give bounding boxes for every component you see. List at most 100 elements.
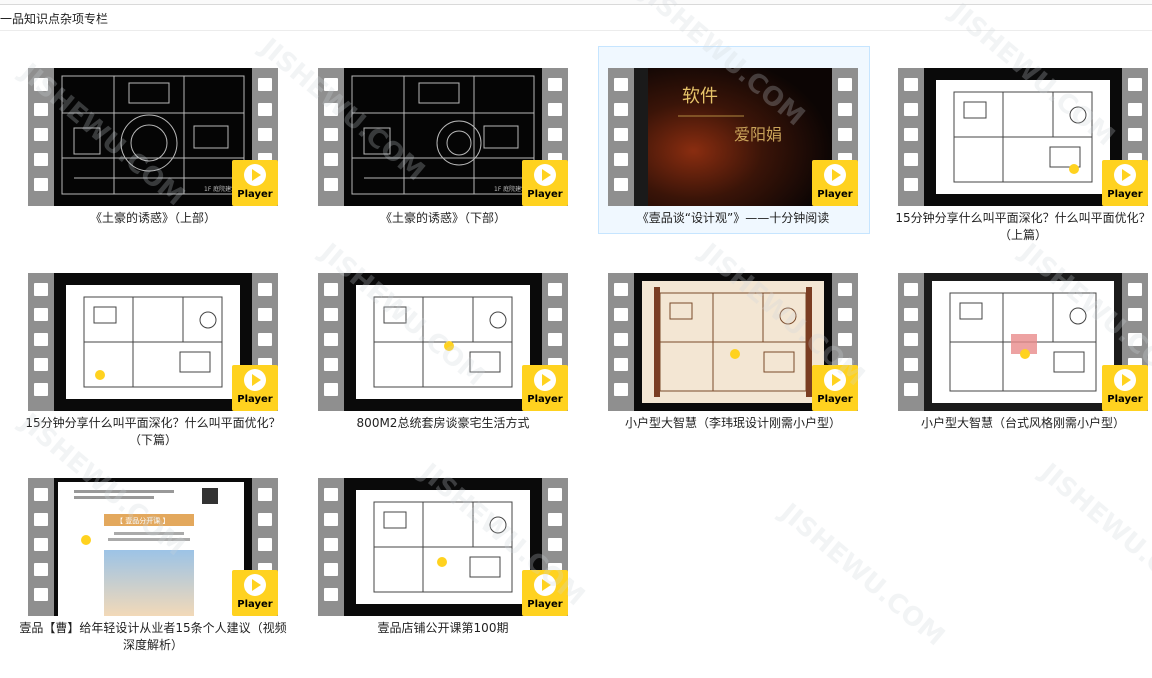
film-sprocket-hole	[258, 538, 272, 551]
player-badge: Player	[1102, 365, 1148, 411]
play-icon	[244, 164, 266, 186]
video-thumbnail[interactable]: Player	[318, 273, 568, 411]
video-file-item[interactable]: 1F 庭院建筑图 Player 《土豪的诱惑》（下部）	[318, 68, 588, 268]
video-thumbnail[interactable]: Player	[898, 273, 1148, 411]
video-frame-preview: 【 壹品分开课 】	[54, 478, 252, 616]
video-thumbnail[interactable]: 【 壹品分开课 】 Player	[28, 478, 278, 616]
player-badge-label: Player	[817, 394, 853, 405]
video-file-item[interactable]: 【 壹品分开课 】 Player 壹品【曹】给年轻设计从业者15条个人建议（视频深…	[19, 478, 298, 678]
film-strip-left	[28, 478, 54, 616]
film-sprocket-hole	[258, 488, 272, 501]
film-sprocket-hole	[904, 178, 918, 191]
video-file-item[interactable]: Player 壹品店铺公开课第100期	[318, 478, 588, 678]
video-file-item[interactable]: 1F 庭院建筑图 Player 《土豪的诱惑》（上部）	[28, 68, 298, 268]
video-frame-preview	[344, 478, 542, 616]
film-sprocket-hole	[34, 153, 48, 166]
film-sprocket-hole	[548, 488, 562, 501]
film-sprocket-hole	[904, 283, 918, 296]
film-strip-left	[608, 68, 634, 206]
film-sprocket-hole	[324, 513, 338, 526]
video-thumbnail[interactable]: Player	[28, 273, 278, 411]
film-sprocket-hole	[324, 358, 338, 371]
divider	[0, 30, 1152, 31]
file-name-label[interactable]: 《壹品谈“设计观”》——十分钟阅读	[594, 210, 872, 227]
film-sprocket-hole	[34, 358, 48, 371]
video-frame-preview	[924, 273, 1122, 411]
video-file-item[interactable]: Player 15分钟分享什么叫平面深化？什么叫平面优化？（下篇）	[25, 273, 298, 473]
film-sprocket-hole	[614, 103, 628, 116]
film-sprocket-hole	[258, 513, 272, 526]
player-badge-label: Player	[1107, 394, 1143, 405]
video-frame-preview	[54, 273, 252, 411]
film-sprocket-hole	[34, 383, 48, 396]
play-icon	[824, 164, 846, 186]
film-sprocket-hole	[904, 333, 918, 346]
video-thumbnail[interactable]: Player	[318, 478, 568, 616]
film-sprocket-hole	[904, 103, 918, 116]
film-sprocket-hole	[1128, 308, 1142, 321]
film-sprocket-hole	[614, 128, 628, 141]
file-name-label[interactable]: 800M2总统套房谈豪宅生活方式	[304, 415, 582, 432]
film-strip-left	[318, 478, 344, 616]
film-sprocket-hole	[548, 128, 562, 141]
file-name-label[interactable]: 《土豪的诱惑》（上部）	[14, 210, 292, 227]
video-thumbnail[interactable]: 1F 庭院建筑图 Player	[318, 68, 568, 206]
file-name-label[interactable]: 小户型大智慧（台式风格刚需小户型）	[884, 415, 1152, 432]
film-sprocket-hole	[614, 383, 628, 396]
video-thumbnail[interactable]: 1F 庭院建筑图 Player	[28, 68, 278, 206]
file-name-label[interactable]: 小户型大智慧（李玮珉设计刚需小户型）	[594, 415, 872, 432]
film-sprocket-hole	[258, 333, 272, 346]
film-sprocket-hole	[838, 103, 852, 116]
video-thumbnail[interactable]: 软件 爱阳娟 Player	[608, 68, 858, 206]
video-file-item[interactable]: Player 15分钟分享什么叫平面深化？什么叫平面优化？（上篇）	[895, 68, 1152, 268]
film-sprocket-hole	[324, 488, 338, 501]
film-sprocket-hole	[324, 103, 338, 116]
player-badge: Player	[1102, 160, 1148, 206]
watermark-text: JISHEWU.COM	[774, 497, 951, 653]
window-top-edge	[0, 0, 1152, 5]
film-sprocket-hole	[34, 513, 48, 526]
film-sprocket-hole	[34, 588, 48, 601]
frame-banner-text: 【 壹品分开课 】	[116, 516, 169, 525]
video-file-item[interactable]: Player 小户型大智慧（李玮珉设计刚需小户型）	[608, 273, 878, 473]
film-sprocket-hole	[614, 78, 628, 91]
player-badge-label: Player	[237, 189, 273, 200]
player-badge-label: Player	[817, 189, 853, 200]
player-badge: Player	[232, 570, 278, 616]
frame-title-text: 软件	[682, 86, 718, 107]
file-name-label[interactable]: 15分钟分享什么叫平面深化？什么叫平面优化？（上篇）	[884, 210, 1152, 244]
film-sprocket-hole	[614, 358, 628, 371]
film-sprocket-hole	[324, 178, 338, 191]
video-file-item[interactable]: 软件 爱阳娟 Player 《壹品谈“设计观”》——十分钟阅读	[598, 46, 878, 268]
film-strip-left	[898, 273, 924, 411]
player-badge-label: Player	[527, 189, 563, 200]
video-file-item[interactable]: Player 800M2总统套房谈豪宅生活方式	[318, 273, 588, 473]
video-frame-preview	[634, 273, 832, 411]
video-file-item[interactable]: Player 小户型大智慧（台式风格刚需小户型）	[898, 273, 1152, 473]
film-sprocket-hole	[1128, 103, 1142, 116]
player-badge-label: Player	[527, 394, 563, 405]
file-name-label[interactable]: 《土豪的诱惑》（下部）	[304, 210, 582, 227]
film-sprocket-hole	[324, 78, 338, 91]
film-sprocket-hole	[34, 538, 48, 551]
film-sprocket-hole	[258, 128, 272, 141]
film-sprocket-hole	[34, 563, 48, 576]
video-frame-preview	[924, 68, 1122, 206]
play-icon	[534, 369, 556, 391]
player-badge: Player	[522, 365, 568, 411]
film-sprocket-hole	[548, 333, 562, 346]
file-name-label[interactable]: 壹品【曹】给年轻设计从业者15条个人建议（视频深度解析）	[14, 620, 292, 654]
film-sprocket-hole	[1128, 333, 1142, 346]
file-name-label[interactable]: 15分钟分享什么叫平面深化？什么叫平面优化？（下篇）	[14, 415, 292, 449]
film-sprocket-hole	[838, 128, 852, 141]
player-badge: Player	[522, 570, 568, 616]
player-badge: Player	[232, 160, 278, 206]
film-sprocket-hole	[614, 333, 628, 346]
film-sprocket-hole	[324, 308, 338, 321]
video-thumbnail[interactable]: Player	[608, 273, 858, 411]
play-icon	[824, 369, 846, 391]
video-thumbnail[interactable]: Player	[898, 68, 1148, 206]
file-name-label[interactable]: 壹品店铺公开课第100期	[304, 620, 582, 637]
film-sprocket-hole	[904, 358, 918, 371]
play-icon	[244, 369, 266, 391]
